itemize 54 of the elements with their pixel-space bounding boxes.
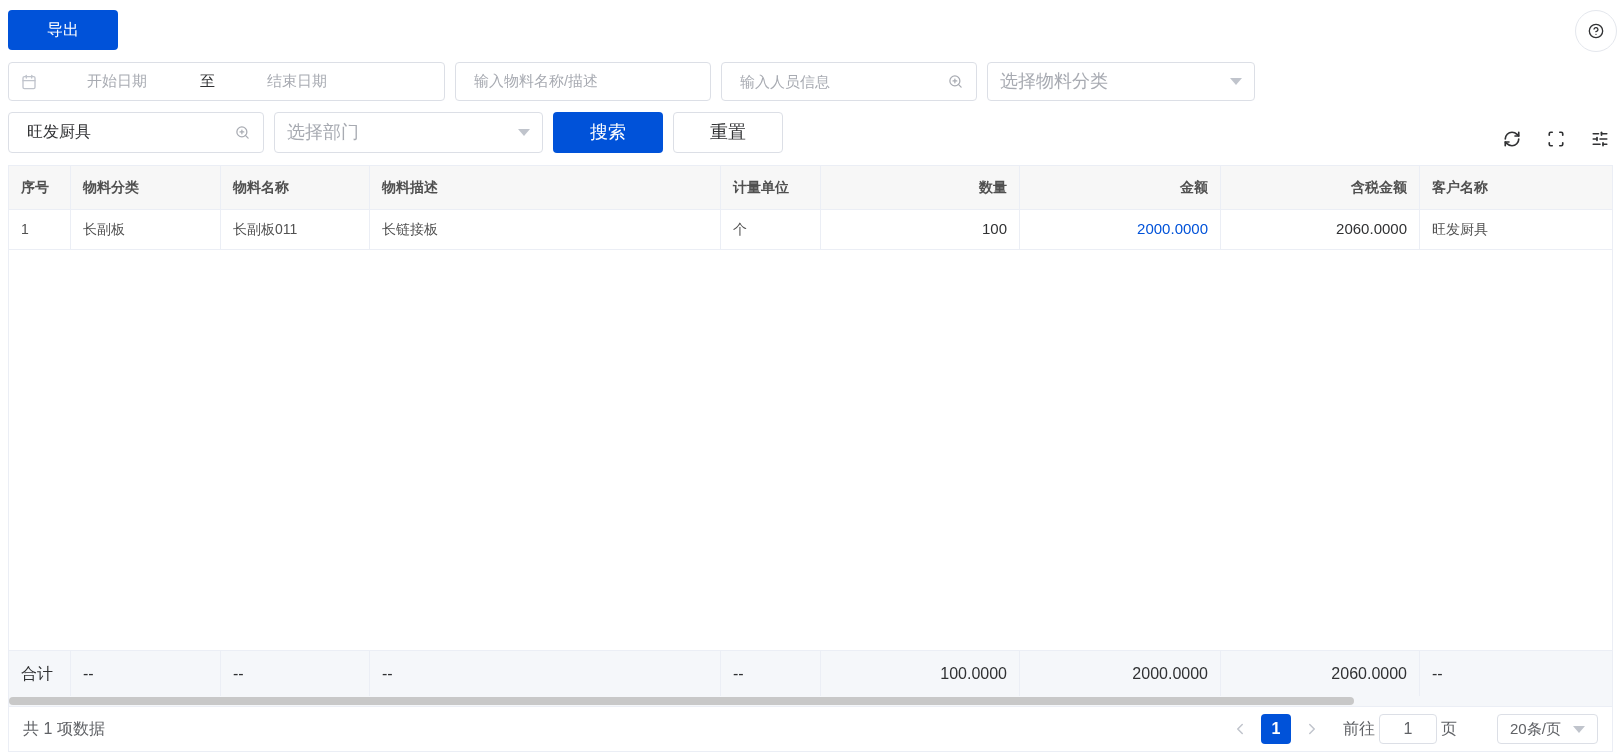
- range-separator: 至: [198, 71, 216, 92]
- caret-icon: [1573, 725, 1585, 733]
- summary-cell-text: 2000.0000: [1132, 663, 1208, 684]
- column-header: 金额: [1180, 178, 1208, 197]
- page-number-field[interactable]: 1: [1379, 714, 1437, 744]
- goto-label: 前往: [1343, 719, 1375, 739]
- summary-cell-text: 2060.0000: [1331, 663, 1407, 684]
- start-date-placeholder: 开始日期: [86, 71, 148, 92]
- column-header: 客户名称: [1432, 178, 1488, 197]
- table-cell-text: 长副板: [83, 220, 125, 239]
- end-date-placeholder: 结束日期: [266, 71, 328, 92]
- page-unit: 页: [1441, 719, 1457, 739]
- summary-cell-text: --: [83, 663, 94, 684]
- table-cell-text: 2060.0000: [1336, 219, 1407, 240]
- export-button[interactable]: 导出: [8, 10, 118, 50]
- caret-icon: [518, 129, 530, 136]
- search-button[interactable]: 搜索: [553, 112, 663, 153]
- column-header: 序号: [21, 178, 49, 197]
- column-header: 物料分类: [83, 178, 139, 197]
- fullscreen-icon[interactable]: [1547, 129, 1565, 148]
- column-header: 数量: [979, 178, 1007, 197]
- table-cell-text: 100: [981, 219, 1007, 240]
- total-count: 共 1 项数据: [23, 719, 105, 739]
- horizontal-scrollbar[interactable]: [9, 697, 1354, 705]
- search-icon: [948, 74, 963, 89]
- column-header: 含税金额: [1351, 178, 1407, 197]
- table-cell-text: 个: [733, 220, 747, 239]
- column-settings-icon[interactable]: [1591, 129, 1609, 148]
- table-cell-text: 1: [21, 220, 29, 239]
- table-cell-text: 旺发厨具: [1432, 220, 1488, 239]
- summary-cell-text: 合计: [21, 663, 53, 684]
- reset-button[interactable]: 重置: [673, 112, 783, 153]
- date-range-field[interactable]: 开始日期 至 结束日期: [8, 62, 445, 101]
- help-icon: [1588, 23, 1604, 39]
- table-cell-text: 长副板011: [233, 220, 298, 239]
- customer-search-field[interactable]: 旺发厨具: [8, 112, 264, 153]
- summary-cell-text: --: [382, 663, 393, 684]
- search-icon: [235, 125, 250, 140]
- column-header: 物料描述: [382, 178, 438, 197]
- summary-cell-text: 100.0000: [940, 663, 1007, 684]
- material-search-field[interactable]: 输入物料名称/描述: [455, 62, 711, 101]
- amount-link[interactable]: 2000.0000: [1137, 218, 1208, 241]
- refresh-icon[interactable]: [1503, 129, 1521, 148]
- page-size-select[interactable]: 20条/页: [1497, 714, 1598, 744]
- person-search-field[interactable]: 输入人员信息: [721, 62, 977, 101]
- calendar-icon: [21, 73, 37, 90]
- column-header: 计量单位: [733, 178, 789, 197]
- table-cell-text: 长链接板: [382, 220, 438, 239]
- summary-cell-text: --: [1432, 663, 1443, 684]
- page-button[interactable]: 1: [1261, 714, 1291, 744]
- column-header: 物料名称: [233, 178, 289, 197]
- summary-cell-text: --: [233, 663, 244, 684]
- caret-icon: [1230, 78, 1242, 85]
- summary-cell-text: --: [733, 663, 744, 684]
